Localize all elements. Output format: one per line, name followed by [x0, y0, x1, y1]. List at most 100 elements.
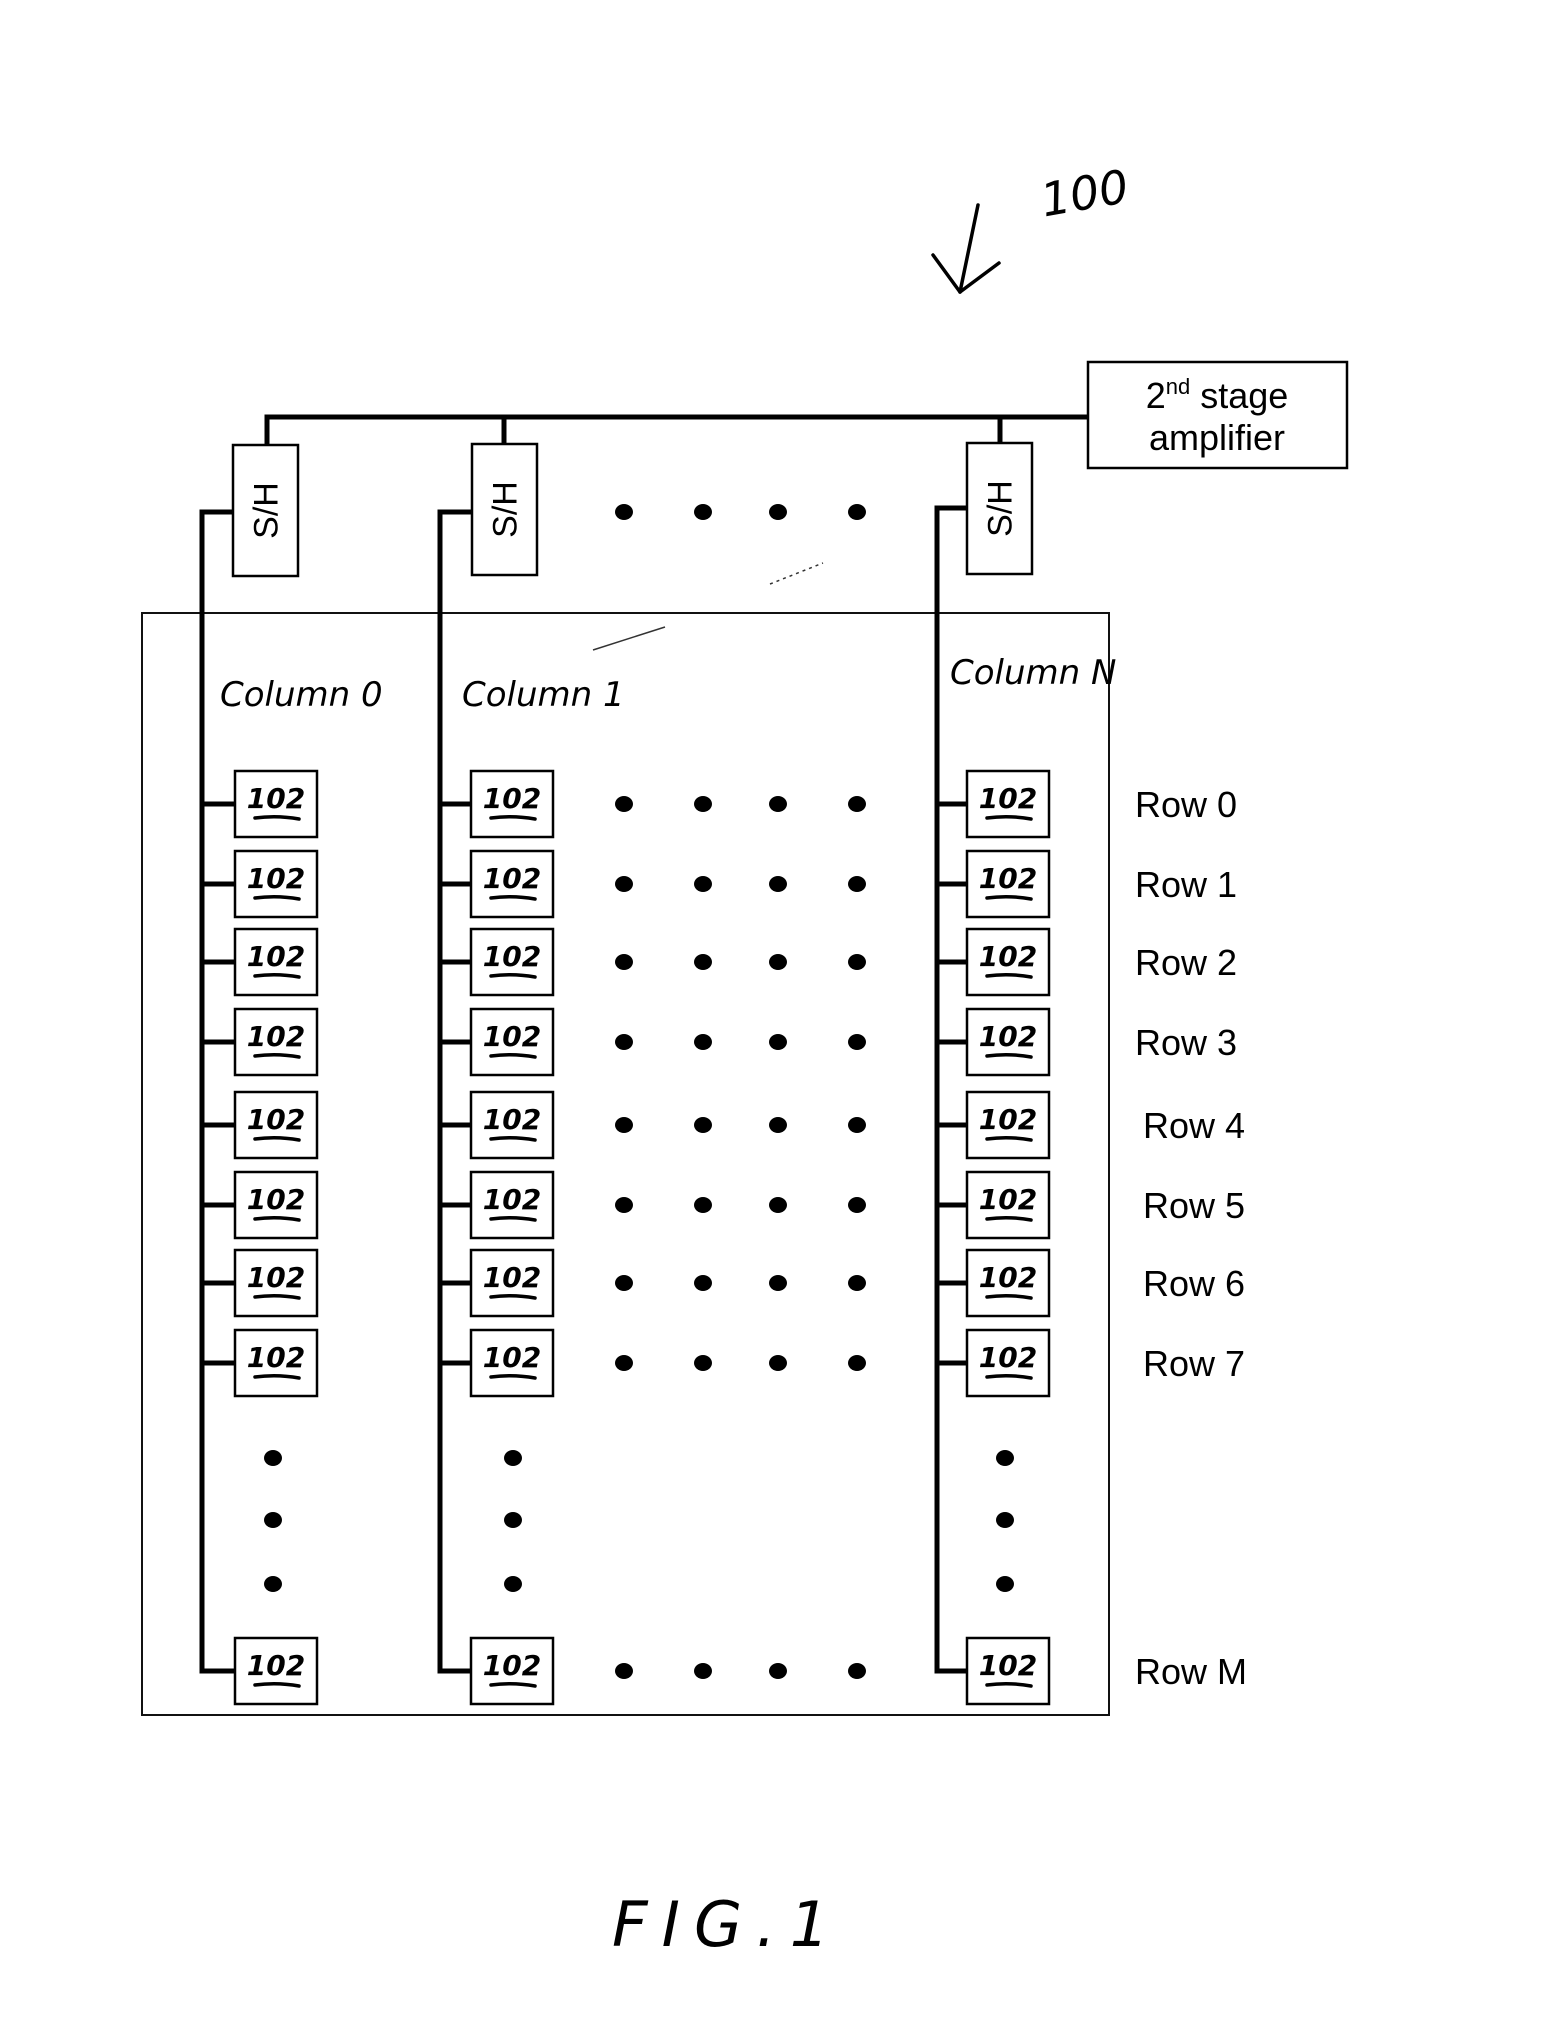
cell-label: 102	[979, 1341, 1037, 1374]
pixel-cell: 102	[199, 1007, 319, 1077]
horizontal-ellipsis-dot	[769, 796, 787, 812]
vertical-ellipsis-dot	[264, 1512, 282, 1528]
horizontal-ellipsis-dot	[848, 1034, 866, 1050]
cell-label: 102	[483, 782, 541, 815]
horizontal-ellipsis-dot	[694, 1197, 712, 1213]
pixel-cell: 102	[437, 1007, 555, 1077]
horizontal-ellipsis-dot	[769, 1355, 787, 1371]
amplifier-label-line2: amplifier	[1149, 417, 1285, 458]
cell-label: 102	[483, 1261, 541, 1294]
horizontal-ellipsis-dot	[694, 876, 712, 892]
column-label: Column 0	[220, 675, 383, 715]
horizontal-ellipsis-dot	[694, 1355, 712, 1371]
row-label: Row 5	[1143, 1185, 1245, 1226]
horizontal-ellipsis-dot	[848, 1355, 866, 1371]
horizontal-ellipsis-dot	[848, 796, 866, 812]
pixel-cell: 102	[233, 1636, 319, 1706]
cell-label: 102	[979, 1103, 1037, 1136]
sample-hold-block: S/H	[965, 441, 1034, 576]
horizontal-ellipsis-dot	[615, 1034, 633, 1050]
horizontal-ellipsis-dot	[769, 876, 787, 892]
cell-label: 102	[483, 1183, 541, 1216]
pixel-cell: 102	[934, 1007, 1051, 1077]
horizontal-ellipsis-dot	[848, 1275, 866, 1291]
horizontal-ellipsis-dot	[694, 796, 712, 812]
figure-caption: FIG.1	[612, 1888, 843, 1961]
row-label: Row 3	[1135, 1022, 1237, 1063]
pixel-cell: 102	[934, 769, 1051, 839]
horizontal-ellipsis-dot	[848, 1117, 866, 1133]
column-0: S/H Column 0 102 102 102 102 102 102 102 102 102	[199, 443, 383, 1706]
cell-label: 102	[247, 1649, 305, 1682]
row-label: Row 4	[1143, 1105, 1245, 1146]
sample-hold-label: S/H	[487, 481, 525, 538]
column-label: Column N	[950, 653, 1116, 693]
cell-label: 102	[247, 1103, 305, 1136]
sample-hold-ellipsis-dot	[615, 504, 633, 520]
vertical-ellipsis-dot	[504, 1450, 522, 1466]
cell-label: 102	[979, 1261, 1037, 1294]
vertical-ellipsis-dot	[264, 1576, 282, 1592]
horizontal-ellipsis-dot	[615, 1663, 633, 1679]
row-label: Row 7	[1143, 1343, 1245, 1384]
pixel-cell: 102	[199, 1328, 319, 1398]
cell-label: 102	[247, 1020, 305, 1053]
cell-label: 102	[979, 782, 1037, 815]
pixel-cell: 102	[199, 1090, 319, 1160]
cell-label: 102	[247, 782, 305, 815]
cell-label: 102	[483, 862, 541, 895]
vertical-ellipsis-dot	[264, 1450, 282, 1466]
pixel-cell: 102	[934, 1328, 1051, 1398]
pixel-cell: 102	[437, 769, 555, 839]
cell-label: 102	[483, 1649, 541, 1682]
horizontal-ellipsis-dot	[615, 954, 633, 970]
reference-numeral: 100	[1037, 159, 1133, 227]
horizontal-ellipsis-dot	[615, 1117, 633, 1133]
pixel-cell: 102	[199, 849, 319, 919]
pixel-cell: 102	[437, 1090, 555, 1160]
horizontal-ellipsis-dot	[769, 1034, 787, 1050]
stray-mark	[592, 626, 666, 651]
row-label: Row 0	[1135, 784, 1237, 825]
pixel-cell: 102	[469, 1636, 555, 1706]
cell-label: 102	[979, 1649, 1037, 1682]
sample-hold-ellipsis-dot	[769, 504, 787, 520]
sample-hold-block: S/H	[231, 443, 300, 578]
sample-hold-block: S/H	[470, 442, 539, 577]
horizontal-ellipsis-dot	[769, 1197, 787, 1213]
pixel-cell: 102	[934, 849, 1051, 919]
horizontal-ellipsis-dot	[769, 1275, 787, 1291]
cell-label: 102	[247, 862, 305, 895]
horizontal-ellipsis-dot	[615, 796, 633, 812]
horizontal-ellipsis-dot	[769, 1117, 787, 1133]
horizontal-ellipsis-dot	[694, 954, 712, 970]
row-label: Row M	[1135, 1651, 1247, 1692]
row-label: Row 6	[1143, 1263, 1245, 1304]
pixel-cell: 102	[934, 927, 1051, 997]
cell-label: 102	[979, 1183, 1037, 1216]
column-2: S/H Column N 102 102 102 102 102 102 102 102 102	[934, 441, 1116, 1706]
horizontal-ellipsis-dot	[848, 876, 866, 892]
cell-label: 102	[979, 862, 1037, 895]
pixel-cell: 102	[934, 1090, 1051, 1160]
row-label: Row 1	[1135, 864, 1237, 905]
cell-label: 102	[979, 1020, 1037, 1053]
horizontal-ellipsis-dot	[694, 1117, 712, 1133]
pixel-cell: 102	[437, 1170, 555, 1240]
pixel-cell: 102	[965, 1636, 1051, 1706]
cell-label: 102	[483, 940, 541, 973]
vertical-ellipsis-dot	[504, 1576, 522, 1592]
horizontal-ellipsis-dot	[615, 1275, 633, 1291]
vertical-ellipsis-dot	[996, 1512, 1014, 1528]
column-1: S/H Column 1 102 102 102 102 102 102 102 102 102	[437, 442, 625, 1706]
sample-hold-label: S/H	[248, 482, 286, 539]
pixel-cell: 102	[934, 1170, 1051, 1240]
horizontal-ellipsis-dot	[848, 1663, 866, 1679]
vertical-ellipsis-dot	[504, 1512, 522, 1528]
pixel-array-diagram: 100 2nd stage amplifier S/H Column 0 102 10…	[141, 159, 1349, 1961]
cell-label: 102	[483, 1341, 541, 1374]
pixel-cell: 102	[437, 1328, 555, 1398]
cell-label: 102	[247, 1183, 305, 1216]
row-label: Row 2	[1135, 942, 1237, 983]
horizontal-ellipsis-dot	[694, 1034, 712, 1050]
